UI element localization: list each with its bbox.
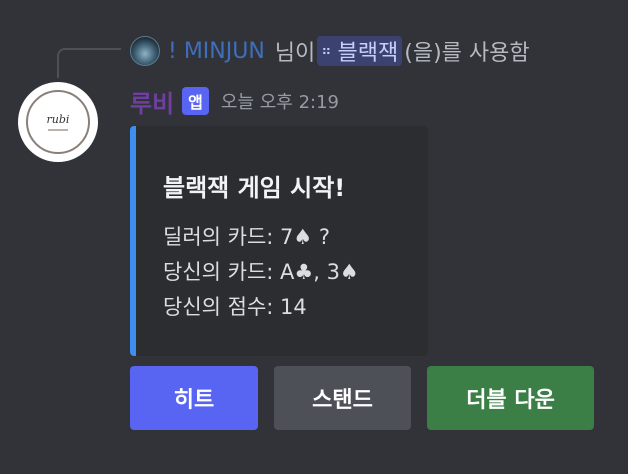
- embed-title: 블랙잭 게임 시작!: [163, 174, 346, 202]
- hit-button[interactable]: 히트: [130, 366, 258, 430]
- embed: 블랙잭 게임 시작! 딜러의 카드: 7♠ ? 당신의 카드: A♣, 3♠ 당…: [130, 126, 428, 356]
- reply-connector: [57, 48, 121, 78]
- player-cards-line: 당신의 카드: A♣, 3♠: [163, 260, 359, 284]
- reply-username[interactable]: ! MINJUN: [168, 39, 265, 64]
- username[interactable]: 루비: [130, 84, 174, 119]
- embed-accent-bar: [130, 126, 136, 356]
- dealer-cards-line: 딜러의 카드: 7♠ ?: [163, 225, 331, 249]
- double-down-button[interactable]: 더블 다운: [427, 366, 594, 430]
- reply-header[interactable]: ! MINJUN 님이 ⠶ 블랙잭 (을)를 사용함: [130, 34, 530, 68]
- reply-text-after: (을)를 사용함: [404, 41, 530, 66]
- message-header: 루비 앱 오늘 오후 2:19: [130, 84, 339, 118]
- reply-avatar[interactable]: [130, 36, 160, 66]
- chat-message: ! MINJUN 님이 ⠶ 블랙잭 (을)를 사용함 rubi 루비 앱 오늘 …: [0, 0, 628, 474]
- app-badge: 앱: [182, 87, 209, 115]
- slash-command-icon: ⠶: [321, 43, 332, 59]
- timestamp[interactable]: 오늘 오후 2:19: [221, 88, 339, 114]
- command-name: 블랙잭: [337, 41, 399, 66]
- avatar-logo-subtext: [48, 128, 68, 131]
- command-chip[interactable]: ⠶ 블랙잭: [317, 36, 403, 66]
- stand-button[interactable]: 스탠드: [274, 366, 411, 430]
- avatar-logo-text: rubi: [46, 112, 70, 126]
- player-score-line: 당신의 점수: 14: [163, 295, 307, 319]
- reply-text-before: 님이: [274, 41, 316, 66]
- avatar-logo-ring: rubi: [26, 90, 90, 154]
- embed-description: 딜러의 카드: 7♠ ? 당신의 카드: A♣, 3♠ 당신의 점수: 14: [163, 220, 359, 325]
- bot-avatar[interactable]: rubi: [18, 82, 98, 162]
